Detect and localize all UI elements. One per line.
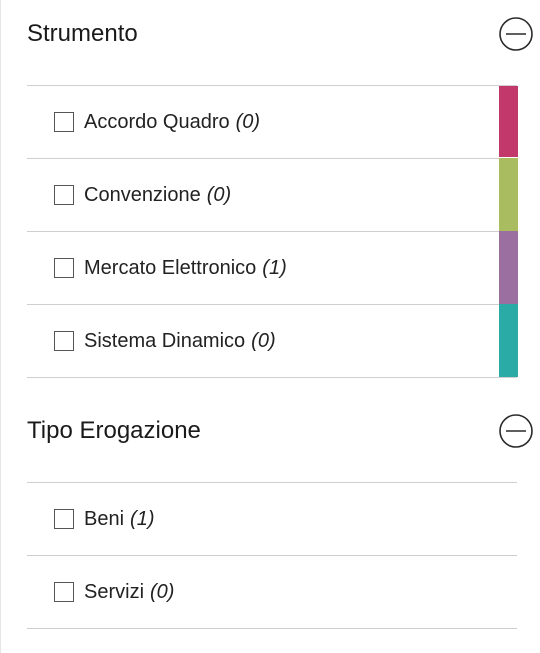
checkbox[interactable] [54,185,74,205]
option-convenzione[interactable]: Convenzione (0) [27,159,517,231]
minus-circle-icon[interactable] [498,413,534,449]
option-count: (0) [251,329,276,352]
checkbox[interactable] [54,331,74,351]
option-servizi[interactable]: Servizi (0) [27,556,517,628]
option-count: (0) [235,110,261,133]
minus-circle-icon[interactable] [498,16,534,52]
filter-panel: Strumento Accordo Quadro (0) Convenzione… [0,0,540,653]
option-count: (1) [130,507,155,530]
option-label: Servizi [84,580,145,603]
option-beni[interactable]: Beni (1) [27,483,517,555]
tipo-erogazione-header[interactable]: Tipo Erogazione [27,411,540,451]
option-label: Beni [84,507,125,530]
option-sistema-dinamico[interactable]: Sistema Dinamico (0) [27,305,517,377]
option-label: Sistema Dinamico [84,329,246,352]
option-count: (0) [150,580,175,603]
strumento-title: Strumento [27,20,138,47]
checkbox[interactable] [54,258,74,278]
tipo-erogazione-title: Tipo Erogazione [27,417,201,444]
option-label: Convenzione [84,183,201,206]
option-count: (0) [206,183,232,206]
divider [27,628,517,629]
divider [27,377,517,378]
strumento-header[interactable]: Strumento [27,14,540,54]
option-accordo-quadro[interactable]: Accordo Quadro (0) [27,86,517,158]
option-label: Accordo Quadro [84,110,230,133]
option-mercato-elettronico[interactable]: Mercato Elettronico (1) [27,232,517,304]
option-count: (1) [262,256,287,279]
option-label: Mercato Elettronico [84,256,257,279]
checkbox[interactable] [54,582,74,602]
checkbox[interactable] [54,509,74,529]
checkbox[interactable] [54,112,74,132]
